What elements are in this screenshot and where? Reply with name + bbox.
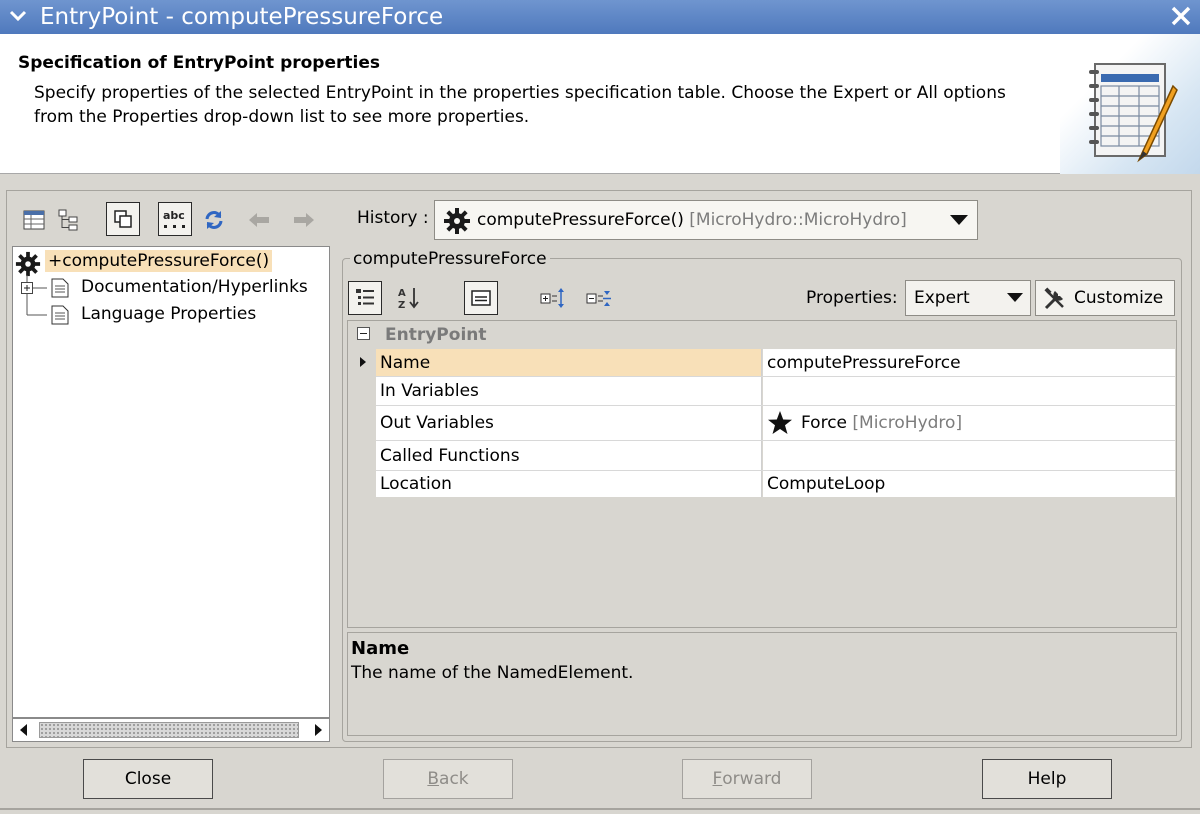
description-text: The name of the NamedElement. [351,663,634,683]
property-value-text: Force [801,413,847,433]
property-name: In Variables [376,377,762,405]
scrollbar-thumb[interactable] [39,722,299,738]
tree-horizontal-scrollbar[interactable] [12,718,330,742]
table-row[interactable]: In Variables [376,377,1175,405]
group-title: computePressureForce [350,249,550,269]
property-value[interactable] [763,441,1175,470]
property-value[interactable]: Force [MicroHydro] [763,406,1175,440]
close-button[interactable]: Close [83,759,213,799]
table-row[interactable]: Location ComputeLoop [376,471,1175,497]
model-tree: +computePressureForce() Documentation/Hy… [12,246,330,718]
history-label: History : [357,208,429,228]
history-dropdown[interactable]: computePressureForce() [MicroHydro::Micr… [434,200,978,240]
table-row[interactable]: Out Variables Force [MicroHydro] [376,406,1175,440]
tree-item-documentation[interactable]: Documentation/Hyperlinks [81,277,308,297]
tools-icon [1044,287,1064,310]
scroll-right-icon[interactable] [311,723,325,737]
bottom-separator [0,808,1200,810]
refresh-icon[interactable] [197,203,231,237]
specification-document-icon [1089,63,1178,163]
tree-item-language-properties[interactable]: Language Properties [81,304,256,324]
chevron-down-icon [950,215,968,225]
scroll-left-icon[interactable] [17,723,31,737]
description-panel [347,632,1177,736]
forward-button[interactable]: Forward [682,759,812,799]
open-spec-button[interactable] [106,202,140,236]
property-name: Called Functions [376,441,762,470]
tree-item-root[interactable]: +computePressureForce() [45,250,273,272]
expand-all-icon[interactable] [536,281,570,315]
help-button[interactable]: Help [982,759,1112,799]
expand-plus-icon[interactable] [21,282,33,294]
sort-alphabetical-icon[interactable]: A Z [392,281,426,315]
property-value[interactable]: ComputeLoop [763,471,1175,497]
property-name: Name [376,349,762,376]
history-value: computePressureForce() [MicroHydro::Micr… [477,210,907,230]
table-view-icon[interactable] [17,203,51,237]
document-icon [51,305,69,325]
customize-button[interactable]: Customize [1035,280,1175,316]
header-description: Specify properties of the selected Entry… [34,83,1006,127]
forward-arrow-icon[interactable] [287,203,321,237]
property-name: Location [376,471,762,497]
property-value[interactable]: computePressureForce [763,349,1175,376]
svg-text:abc: abc [163,209,185,222]
header-title: Specification of EntryPoint properties [18,53,380,73]
dialog-header: Specification of EntryPoint properties S… [0,34,1200,174]
property-name: Out Variables [376,406,762,440]
table-row[interactable]: Called Functions [376,441,1175,470]
document-icon [51,278,69,298]
property-value-scope: [MicroHydro] [852,413,963,433]
categorized-view-button[interactable] [348,281,382,315]
spelling-button[interactable]: abc [158,202,192,236]
back-arrow-icon[interactable] [242,203,276,237]
collapse-minus-icon[interactable] [357,327,370,340]
chevron-down-icon[interactable] [8,4,28,28]
back-button[interactable]: Back [383,759,513,799]
description-title: Name [351,638,410,659]
properties-dropdown-value: Expert [914,288,970,308]
tree-connectors [26,275,47,316]
collapse-all-icon[interactable] [582,281,616,315]
gear-icon [15,251,41,277]
description-toggle-button[interactable] [464,281,498,315]
star-icon [768,411,792,434]
window-title: EntryPoint - computePressureForce [40,4,444,30]
gear-icon [444,208,470,234]
svg-text:A: A [398,288,406,299]
row-pointer-icon [360,357,366,367]
property-value[interactable] [763,377,1175,405]
table-row[interactable]: Name computePressureForce [376,349,1175,376]
close-icon[interactable] [1168,3,1194,29]
window-titlebar: EntryPoint - computePressureForce [0,0,1200,34]
tree-view-icon[interactable] [52,203,86,237]
chevron-down-icon [1007,293,1023,302]
properties-label: Properties: [806,288,898,308]
customize-label: Customize [1074,288,1164,308]
table-group-header[interactable]: EntryPoint [385,325,487,345]
svg-text:Z: Z [398,300,405,311]
properties-dropdown[interactable]: Expert [905,280,1031,316]
